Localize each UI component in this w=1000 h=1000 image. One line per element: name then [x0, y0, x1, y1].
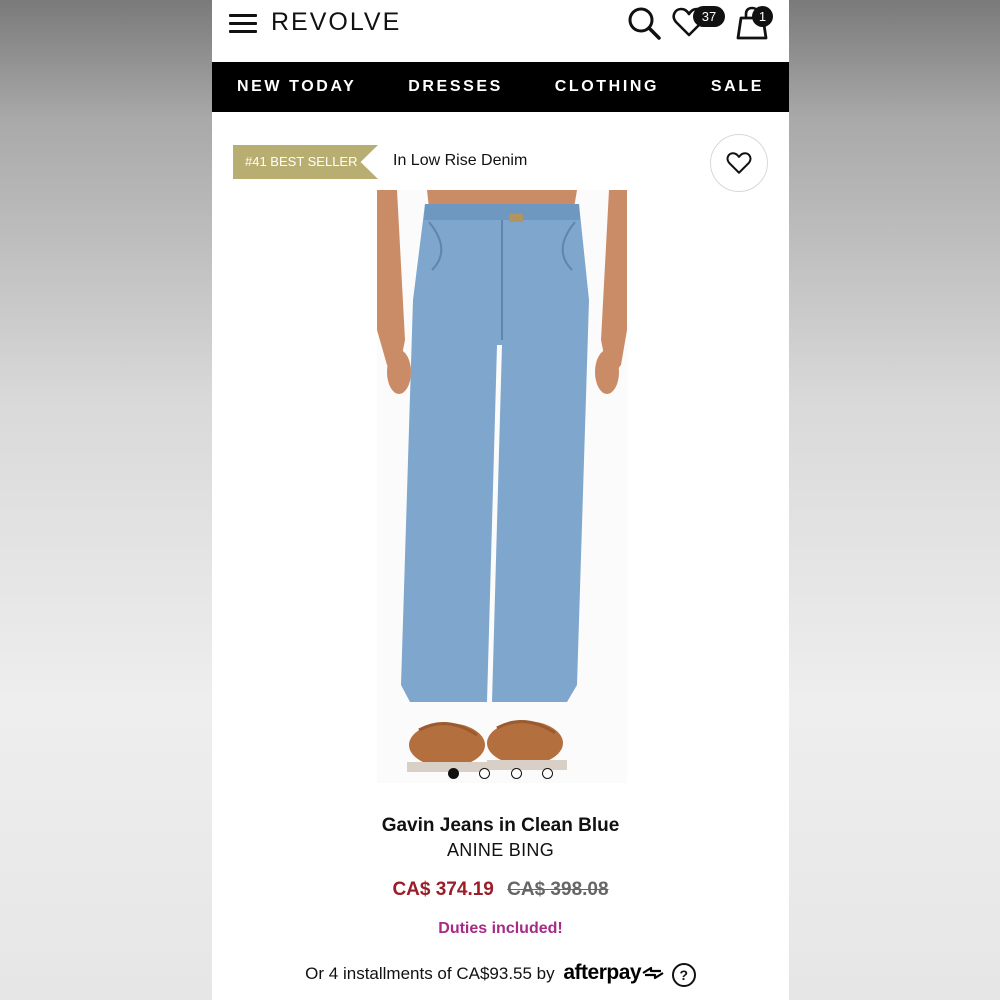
product-title: Gavin Jeans in Clean Blue: [381, 815, 620, 836]
afterpay-logo: afterpay: [563, 961, 665, 984]
best-seller-ribbon: #41 BEST SELLER: [233, 145, 378, 179]
carousel-dots: [448, 768, 558, 782]
nav-item-dresses[interactable]: DRESSES: [408, 78, 503, 96]
product-brand[interactable]: ANINE BING: [212, 840, 789, 861]
price-row: CA$ 374.19 CA$ 398.08: [212, 879, 789, 901]
search-icon[interactable]: [626, 5, 662, 41]
revolve-logo[interactable]: REVOLVE: [271, 8, 401, 37]
add-to-wishlist-button[interactable]: [710, 134, 768, 192]
nav-item-clothing[interactable]: CLOTHING: [555, 78, 659, 96]
carousel-dot-2[interactable]: [479, 768, 490, 779]
nav-item-new-today[interactable]: NEW TODAY: [237, 78, 356, 96]
carousel-dot-3[interactable]: [511, 768, 522, 779]
duties-note: Duties included!: [438, 920, 563, 937]
category-link[interactable]: In Low Rise Denim: [393, 152, 527, 170]
afterpay-label: afterpay: [563, 961, 642, 984]
product-page: REVOLVE 37 1 NEW TODAY DRESSES CLOTHING …: [212, 0, 789, 1000]
installments-text: Or 4 installments of CA$93.55 by: [305, 964, 555, 983]
product-image[interactable]: [377, 190, 627, 783]
installments-row: Or 4 installments of CA$93.55 by afterpa…: [212, 961, 789, 987]
nav-item-sale[interactable]: SALE: [711, 78, 764, 96]
original-price: CA$ 398.08: [507, 879, 609, 900]
carousel-dot-1[interactable]: [448, 768, 459, 779]
top-bar: REVOLVE 37 1: [212, 0, 789, 62]
bag-count-badge: 1: [752, 6, 773, 27]
menu-icon[interactable]: [229, 14, 257, 34]
sale-price: CA$ 374.19: [392, 879, 494, 900]
afterpay-arrows-icon: [642, 967, 664, 980]
wishlist-count-badge: 37: [693, 6, 725, 27]
best-seller-label: #41 BEST SELLER: [245, 154, 358, 169]
heart-icon: [726, 152, 752, 174]
help-icon[interactable]: ?: [671, 962, 696, 987]
carousel-dot-4[interactable]: [542, 768, 553, 779]
category-nav: NEW TODAY DRESSES CLOTHING SALE: [212, 62, 789, 112]
